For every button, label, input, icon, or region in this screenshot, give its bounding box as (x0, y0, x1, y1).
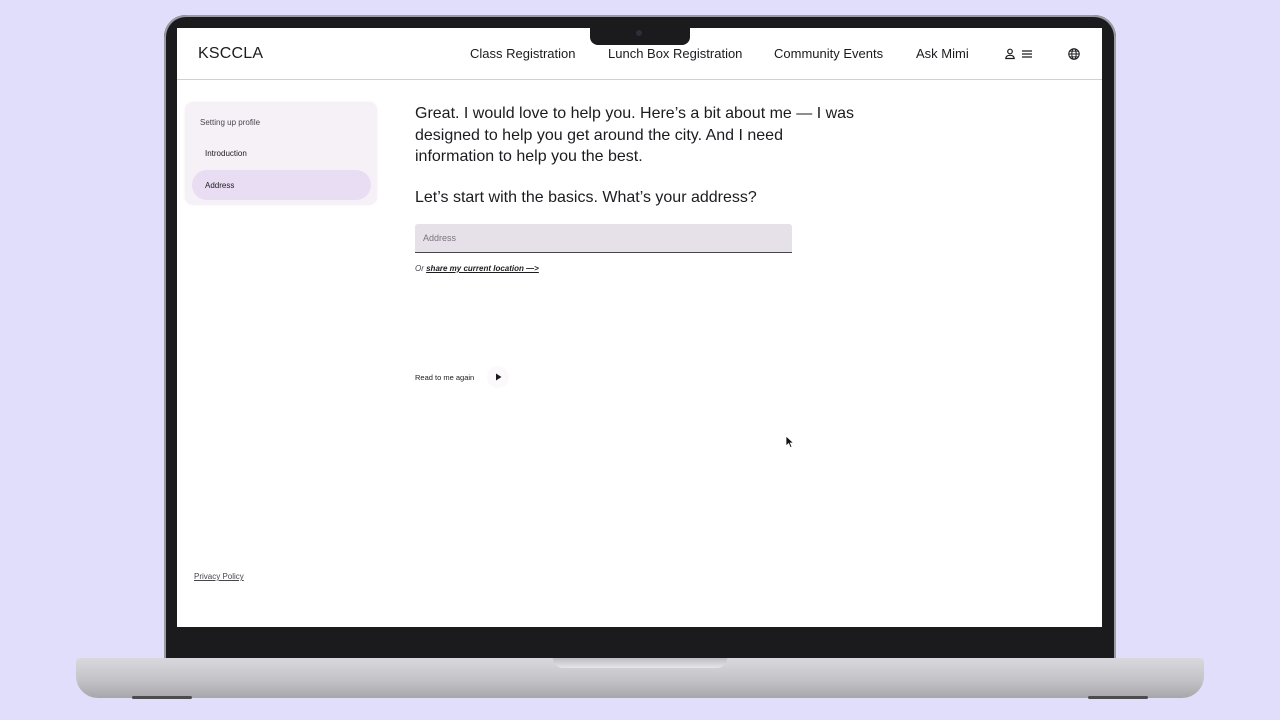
profile-setup-sidebar: Setting up profile Introduction Address (185, 102, 377, 205)
laptop-foot-left (132, 696, 192, 699)
or-text: Or (415, 264, 427, 273)
camera-notch (590, 27, 690, 45)
laptop-foot-right (1088, 696, 1148, 699)
person-icon[interactable] (1002, 46, 1018, 62)
nav-community-events[interactable]: Community Events (774, 46, 883, 61)
share-location-link[interactable]: share my current location —> (426, 264, 539, 273)
privacy-policy-link[interactable]: Privacy Policy (194, 572, 244, 581)
sidebar-item-label: Address (205, 181, 235, 190)
menu-icon[interactable] (1019, 46, 1035, 62)
nav-ask-mimi[interactable]: Ask Mimi (916, 46, 969, 61)
mouse-cursor-icon (785, 435, 795, 449)
laptop-base (76, 658, 1204, 699)
browser-screen: KSCCLA Class Registration Lunch Box Regi… (177, 28, 1102, 627)
nav-class-registration[interactable]: Class Registration (470, 46, 576, 61)
address-input[interactable] (415, 224, 792, 253)
sidebar-item-address[interactable]: Address (192, 170, 371, 200)
camera-icon (636, 30, 642, 36)
play-audio-button[interactable] (487, 366, 509, 388)
globe-icon[interactable] (1066, 46, 1082, 62)
play-icon (496, 373, 502, 381)
read-again-label: Read to me again (415, 373, 475, 382)
laptop-base-notch (553, 658, 727, 668)
nav-lunch-box-registration[interactable]: Lunch Box Registration (608, 46, 742, 61)
sidebar-item-introduction[interactable]: Introduction (205, 149, 247, 158)
site-logo[interactable]: KSCCLA (198, 45, 263, 63)
address-question: Let’s start with the basics. What’s your… (415, 189, 757, 206)
sidebar-title: Setting up profile (200, 118, 261, 127)
sidebar-item-label: Introduction (205, 149, 247, 158)
assistant-intro-text: Great. I would love to help you. Here’s … (415, 105, 855, 165)
share-location-line: Or share my current location —> (415, 264, 539, 273)
